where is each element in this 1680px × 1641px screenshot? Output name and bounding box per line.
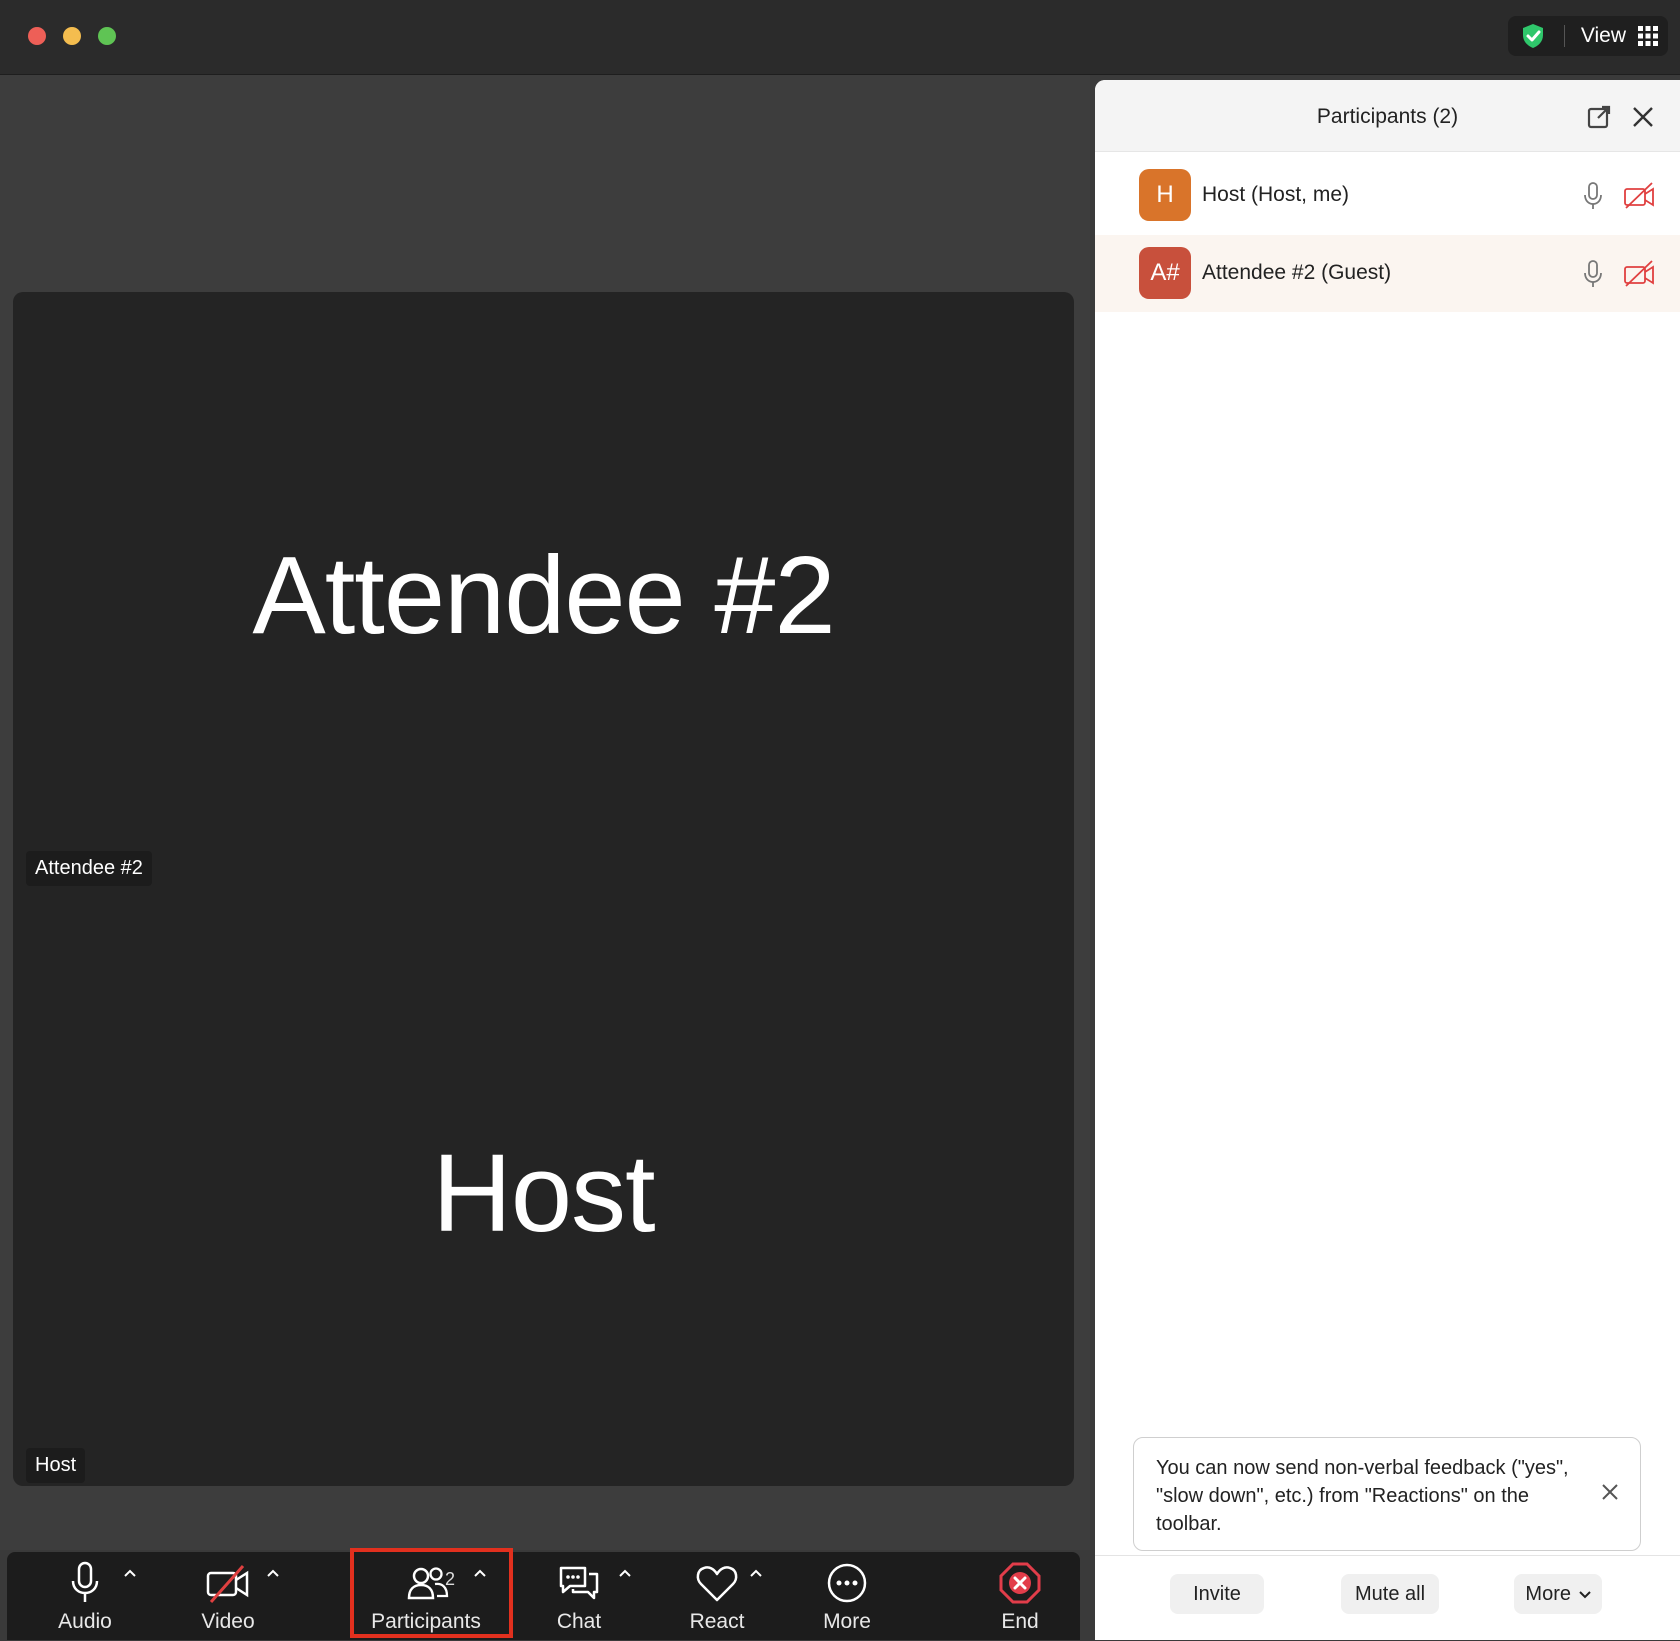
video-options-chevron-icon[interactable] — [265, 1566, 281, 1582]
end-icon — [999, 1562, 1041, 1604]
chevron-down-icon — [1578, 1591, 1591, 1599]
more-icon — [827, 1563, 867, 1603]
title-bar: View — [0, 0, 1680, 75]
video-label: Video — [201, 1610, 255, 1633]
avatar: H — [1139, 169, 1191, 221]
audio-button[interactable]: Audio — [35, 1552, 135, 1640]
more-button[interactable]: More — [797, 1552, 897, 1640]
name-tag-attendee: Attendee #2 — [26, 851, 152, 886]
participants-panel-header: Participants (2) — [1095, 80, 1680, 152]
tile-name-host: Host — [432, 1132, 655, 1255]
video-off-icon[interactable] — [1623, 259, 1655, 287]
video-panel[interactable]: Attendee #2 Attendee #2 Host Host — [13, 292, 1074, 1486]
participant-row-attendee[interactable]: A# Attendee #2 (Guest) — [1095, 235, 1680, 312]
participant-row-host[interactable]: H Host (Host, me) — [1095, 157, 1680, 234]
mute-all-button[interactable]: Mute all — [1341, 1574, 1439, 1614]
video-button[interactable]: Video — [178, 1552, 278, 1640]
name-tag-host: Host — [26, 1448, 86, 1483]
chat-options-chevron-icon[interactable] — [617, 1566, 633, 1582]
more-label: More — [823, 1610, 871, 1633]
participant-name: Attendee #2 (Guest) — [1202, 261, 1392, 284]
microphone-icon[interactable] — [1581, 181, 1605, 211]
participants-panel-footer: Invite Mute all More — [1095, 1555, 1680, 1641]
invite-button[interactable]: Invite — [1170, 1574, 1264, 1614]
react-options-chevron-icon[interactable] — [748, 1566, 764, 1582]
video-off-icon — [206, 1565, 249, 1603]
video-off-icon[interactable] — [1623, 181, 1655, 209]
end-label: End — [1001, 1610, 1039, 1633]
shield-check-icon[interactable] — [1520, 22, 1546, 50]
microphone-icon — [71, 1561, 99, 1602]
window-minimize-button[interactable] — [63, 27, 81, 45]
participants-highlight-box — [350, 1548, 513, 1638]
window-maximize-button[interactable] — [98, 27, 116, 45]
avatar: A# — [1139, 247, 1191, 299]
chat-icon — [559, 1566, 599, 1600]
chat-label: Chat — [556, 1610, 602, 1633]
close-icon[interactable] — [1600, 1482, 1620, 1502]
tile-name-attendee: Attendee #2 — [252, 534, 835, 657]
meeting-toolbar: Audio Video 2 Participants Chat React Mo… — [7, 1552, 1080, 1640]
react-label: React — [689, 1610, 745, 1633]
reactions-tip-text: You can now send non-verbal feedback ("y… — [1156, 1457, 1569, 1535]
heart-icon — [696, 1566, 738, 1602]
top-right-controls: View — [1507, 16, 1668, 56]
participants-panel: Participants (2) H Host (Host, me) A# At… — [1095, 80, 1680, 1640]
end-button[interactable]: End — [970, 1552, 1070, 1640]
audio-label: Audio — [58, 1610, 112, 1633]
microphone-icon[interactable] — [1581, 259, 1605, 289]
divider — [1563, 25, 1565, 47]
participant-name: Host (Host, me) — [1202, 183, 1350, 206]
grid-icon[interactable] — [1638, 26, 1658, 46]
meeting-stage: Attendee #2 Attendee #2 Host Host — [0, 75, 1090, 1550]
panel-more-label: More — [1525, 1583, 1571, 1605]
window-close-button[interactable] — [28, 27, 46, 45]
panel-more-button[interactable]: More — [1514, 1574, 1602, 1614]
reactions-tip: You can now send non-verbal feedback ("y… — [1133, 1437, 1641, 1551]
close-icon[interactable] — [1630, 104, 1656, 130]
chat-button[interactable]: Chat — [529, 1552, 629, 1640]
audio-options-chevron-icon[interactable] — [122, 1566, 138, 1582]
view-button[interactable]: View — [1581, 24, 1626, 48]
pop-out-icon[interactable] — [1586, 104, 1612, 130]
